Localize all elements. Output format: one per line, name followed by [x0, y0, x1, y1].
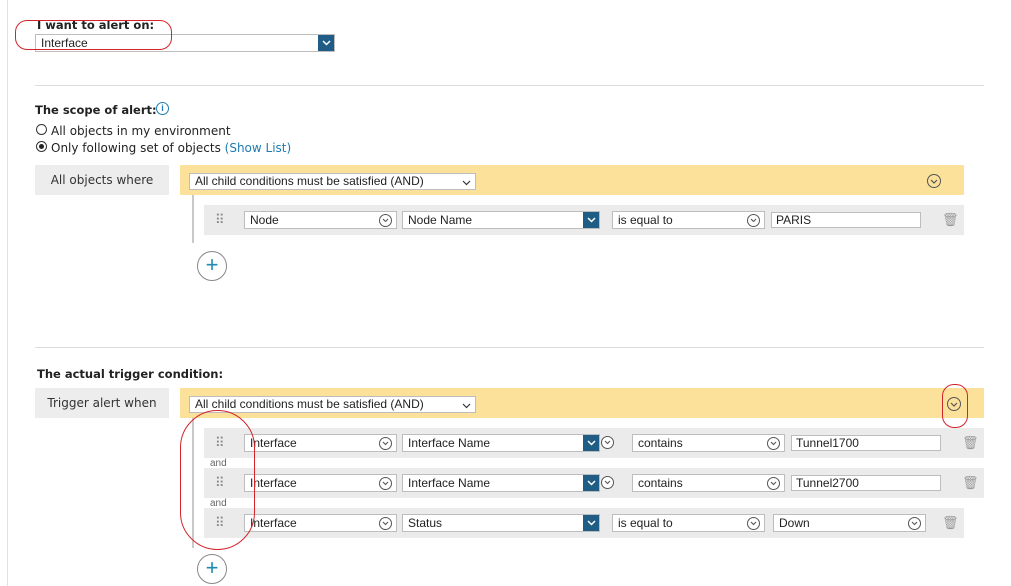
chevron-down-icon[interactable]: [601, 436, 614, 449]
trigger-row-label: Trigger alert when: [35, 388, 169, 418]
chevron-down-icon[interactable]: [583, 475, 599, 491]
scope-group-mode-select[interactable]: All child conditions must be satisfied (…: [189, 173, 476, 190]
scope-title: The scope of alert:: [35, 103, 157, 117]
trigger-cond2-field-value: Interface Name: [408, 476, 491, 490]
trigger-group-mode-value: All child conditions must be satisfied (…: [195, 397, 424, 411]
chevron-down-icon: [379, 437, 392, 450]
scope-option-all-radio[interactable]: [36, 124, 47, 135]
scope-group-mode-value: All child conditions must be satisfied (…: [195, 174, 424, 188]
trigger-cond1-operator-select[interactable]: contains: [632, 434, 785, 452]
add-trigger-condition-button[interactable]: +: [197, 554, 227, 584]
chevron-down-icon: [747, 214, 760, 227]
trigger-cond2-type-select[interactable]: Interface: [244, 474, 397, 492]
trigger-cond3-field-select[interactable]: Status: [402, 514, 600, 532]
divider: [35, 85, 984, 86]
chevron-down-icon: [379, 214, 392, 227]
trigger-cond3-type-select[interactable]: Interface: [244, 514, 397, 532]
divider: [35, 347, 984, 348]
trigger-cond1-field-select[interactable]: Interface Name: [402, 434, 600, 452]
chevron-down-icon[interactable]: [583, 515, 599, 531]
trigger-cond3-operator-select[interactable]: is equal to: [612, 514, 765, 532]
chevron-down-icon[interactable]: [318, 35, 334, 51]
trigger-cond3-operator-value: is equal to: [618, 516, 673, 530]
chevron-down-icon: [379, 477, 392, 490]
scope-option-following-radio[interactable]: [36, 141, 47, 152]
scope-tree-line: [192, 195, 194, 243]
trash-icon[interactable]: 🗑: [942, 515, 959, 531]
scope-row-label: All objects where: [35, 165, 169, 195]
trigger-cond2-operator-value: contains: [638, 476, 683, 490]
add-scope-condition-button[interactable]: +: [197, 251, 227, 281]
scope-cond-value-input[interactable]: PARIS: [771, 212, 921, 228]
trigger-cond2-value-input[interactable]: Tunnel2700: [791, 475, 941, 491]
trigger-cond3-type-value: Interface: [250, 516, 297, 530]
chevron-down-icon: [462, 399, 471, 412]
trigger-cond3-value-value: Down: [779, 516, 810, 530]
scope-group-expand-icon[interactable]: [927, 174, 941, 188]
trash-icon[interactable]: 🗑: [942, 212, 959, 228]
scope-option-following: Only following set of objects (Show List…: [51, 141, 291, 155]
chevron-down-icon[interactable]: [583, 435, 599, 451]
trigger-group-mode-select[interactable]: All child conditions must be satisfied (…: [189, 396, 476, 413]
trash-icon[interactable]: 🗑: [962, 435, 979, 451]
chevron-down-icon: [379, 517, 392, 530]
scope-cond-type-select[interactable]: Node: [244, 211, 397, 229]
trigger-cond3-value-select[interactable]: Down: [773, 514, 926, 532]
scope-cond-type-value: Node: [250, 213, 279, 227]
trigger-cond2-type-value: Interface: [250, 476, 297, 490]
chevron-down-icon: [767, 477, 780, 490]
chevron-down-icon[interactable]: [601, 476, 614, 489]
annotation-circle: [15, 20, 172, 50]
show-list-link[interactable]: (Show List): [225, 141, 292, 155]
scope-option-following-label: Only following set of objects: [51, 141, 221, 155]
trigger-cond1-operator-value: contains: [638, 436, 683, 450]
trigger-cond2-operator-select[interactable]: contains: [632, 474, 785, 492]
trigger-title: The actual trigger condition:: [37, 367, 224, 381]
chevron-down-icon: [908, 517, 921, 530]
trigger-cond1-type-value: Interface: [250, 436, 297, 450]
scope-cond-operator-select[interactable]: is equal to: [612, 211, 765, 229]
trigger-cond3-field-value: Status: [408, 516, 443, 530]
trigger-cond2-field-select[interactable]: Interface Name: [402, 474, 600, 492]
chevron-down-icon[interactable]: [583, 212, 599, 228]
info-icon[interactable]: i: [156, 102, 169, 115]
scope-cond-field-select[interactable]: Node Name: [402, 211, 600, 229]
annotation-circle: [180, 410, 255, 550]
drag-handle-icon[interactable]: ⠿: [215, 213, 224, 226]
chevron-down-icon: [462, 176, 471, 189]
chevron-down-icon: [747, 517, 760, 530]
chevron-down-icon: [767, 437, 780, 450]
trash-icon[interactable]: 🗑: [962, 475, 979, 491]
trigger-cond1-value-input[interactable]: Tunnel1700: [791, 435, 941, 451]
scope-cond-operator-value: is equal to: [618, 213, 673, 227]
scope-option-all-label: All objects in my environment: [51, 124, 231, 138]
trigger-cond1-field-value: Interface Name: [408, 436, 491, 450]
annotation-circle: [942, 384, 968, 428]
trigger-cond1-type-select[interactable]: Interface: [244, 434, 397, 452]
scope-cond-field-value: Node Name: [408, 213, 473, 227]
left-border: [7, 0, 8, 586]
